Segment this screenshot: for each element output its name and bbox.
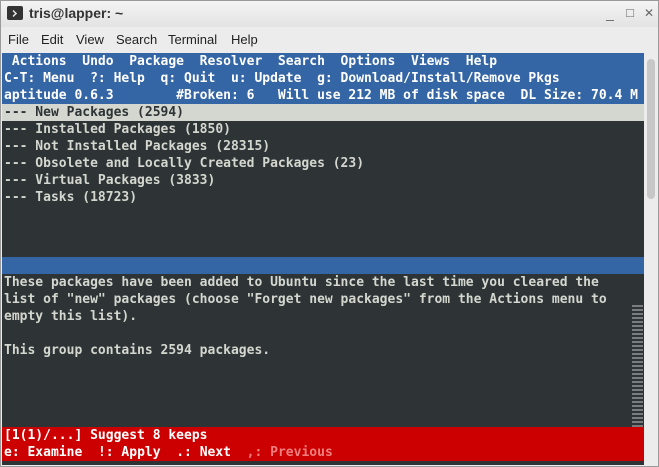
minimize-icon[interactable]: _ (603, 6, 617, 20)
menu-help[interactable]: Help (231, 32, 258, 47)
terminal-app-icon (7, 6, 23, 20)
close-icon[interactable]: ✕ (642, 6, 656, 20)
aptitude-keys-line: C-T: Menu ?: Help q: Quit u: Update g: D… (2, 70, 644, 87)
tree-item-obsolete-packages[interactable]: --- Obsolete and Locally Created Package… (2, 155, 644, 172)
description-line: These packages have been added to Ubuntu… (4, 275, 599, 290)
suggest-status-line: [1(1)/...] Suggest 8 keeps (2, 427, 644, 444)
nav-apply-key[interactable]: !: Apply (98, 445, 161, 460)
navigation-keys-line: e: Examine !: Apply .: Next ,: Previous (2, 444, 644, 461)
nav-examine-key[interactable]: e: Examine (4, 445, 82, 460)
terminal-window: tris@lapper: ~ _ □ ✕ File Edit View Sear… (0, 0, 659, 467)
menu-edit[interactable]: Edit (41, 32, 63, 47)
pane-divider (2, 257, 644, 274)
tree-item-virtual-packages[interactable]: --- Virtual Packages (3833) (2, 172, 644, 189)
menu-search[interactable]: Search (116, 32, 157, 47)
aptitude-menu-line[interactable]: Actions Undo Package Resolver Search Opt… (2, 53, 644, 70)
terminal-scrollbar[interactable] (645, 53, 658, 465)
description-scroll-indicator (632, 305, 643, 427)
tree-item-new-packages[interactable]: --- New Packages (2594) (2, 104, 644, 121)
nav-next-key[interactable]: .: Next (176, 445, 231, 460)
maximize-icon[interactable]: □ (623, 6, 637, 20)
menu-bar: File Edit View Search Terminal Help (1, 29, 658, 51)
tree-item-not-installed-packages[interactable]: --- Not Installed Packages (28315) (2, 138, 644, 155)
description-line: list of "new" packages (choose "Forget n… (4, 292, 607, 307)
terminal-screen[interactable]: Actions Undo Package Resolver Search Opt… (2, 53, 644, 465)
menu-terminal[interactable]: Terminal (168, 32, 217, 47)
description-line (2, 325, 644, 342)
nav-previous-key[interactable]: ,: Previous (247, 445, 333, 460)
tree-item-tasks[interactable]: --- Tasks (18723) (2, 189, 644, 206)
menu-view[interactable]: View (76, 32, 104, 47)
window-title: tris@lapper: ~ (29, 5, 124, 21)
description-line: empty this list). (4, 309, 138, 324)
aptitude-status-line: aptitude 0.6.3 #Broken: 6 Will use 212 M… (2, 87, 644, 104)
tree-item-installed-packages[interactable]: --- Installed Packages (1850) (2, 121, 644, 138)
menu-file[interactable]: File (8, 32, 29, 47)
description-line: This group contains 2594 packages. (4, 343, 271, 358)
scrollbar-thumb[interactable] (647, 59, 655, 199)
title-bar[interactable]: tris@lapper: ~ _ □ ✕ (1, 1, 658, 27)
